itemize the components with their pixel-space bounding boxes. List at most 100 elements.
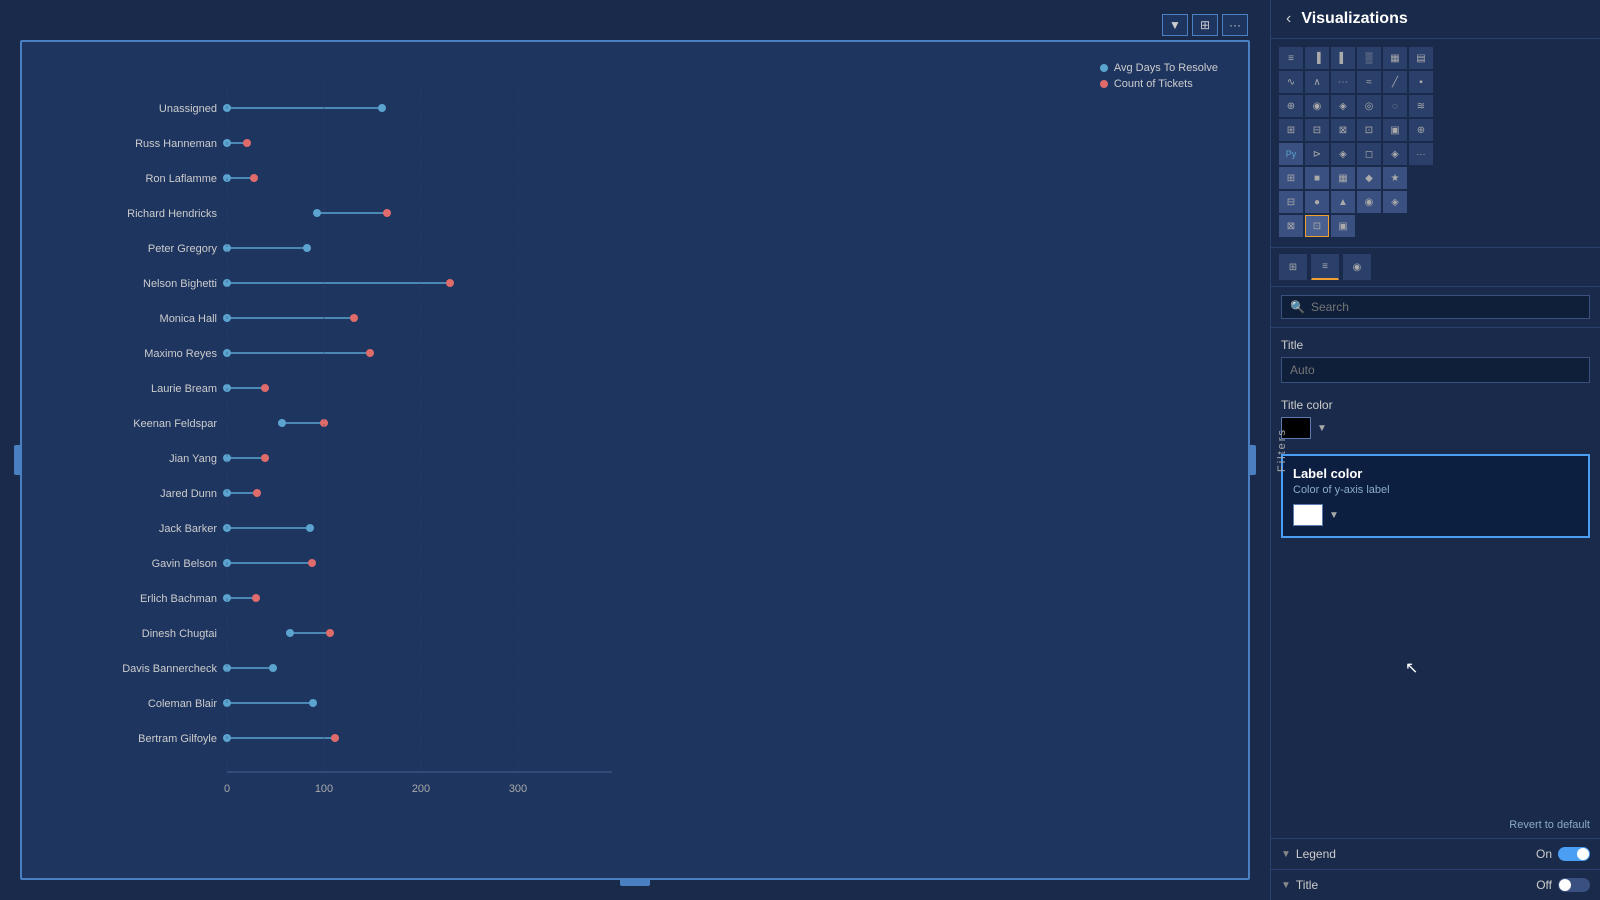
viz-icon-pie[interactable]: ⊕ [1279, 95, 1303, 117]
search-box[interactable]: 🔍 [1281, 295, 1590, 319]
viz-icon-analytics[interactable]: ◉ [1343, 254, 1371, 280]
dot2-16 [269, 664, 277, 672]
viz-row-special: ⊞ ■ ▦ ◆ ★ [1279, 167, 1592, 189]
viz-icon-sp10[interactable]: ◈ [1383, 191, 1407, 213]
viz-icon-gauge[interactable]: ⊕ [1409, 119, 1433, 141]
viz-icon-kpi[interactable]: ▣ [1383, 119, 1407, 141]
viz-icon-format[interactable]: ≡ [1311, 254, 1339, 280]
viz-icon-sp12[interactable]: ⊡ [1305, 215, 1329, 237]
title-color-label: Title color [1281, 398, 1590, 412]
revert-link[interactable]: Revert to default [1509, 819, 1590, 831]
viz-icon-donut[interactable]: ◉ [1305, 95, 1329, 117]
y-label-11: Jared Dunn [160, 488, 217, 500]
x-label-200: 200 [412, 783, 430, 795]
viz-icon-sp3[interactable]: ▦ [1331, 167, 1355, 189]
viz-row-2: ∿ ∧ ⋯ ≈ ╱ ▪ [1279, 71, 1592, 93]
viz-icon-custom2[interactable]: ◻ [1357, 143, 1381, 165]
viz-icon-sp6[interactable]: ⊟ [1279, 191, 1303, 213]
viz-icon-line[interactable]: ∿ [1279, 71, 1303, 93]
chart-toolbar: ▼ ⊞ ··· [1162, 14, 1248, 36]
viz-icon-table2[interactable]: ⊞ [1279, 254, 1307, 280]
y-label-17: Coleman Blair [148, 698, 217, 710]
title-toggle-switch[interactable] [1558, 878, 1590, 892]
legend-label-avg: Avg Days To Resolve [1114, 62, 1218, 74]
viz-icon-map[interactable]: ◎ [1357, 95, 1381, 117]
title-color-picker: ▼ [1281, 417, 1590, 439]
viz-icon-python[interactable]: Py [1279, 143, 1303, 165]
viz-icon-scatter[interactable]: ⋯ [1331, 71, 1355, 93]
viz-icon-bar-stacked[interactable]: ▐ [1305, 47, 1329, 69]
filter-button[interactable]: ▼ [1162, 14, 1188, 36]
panel-header: ‹ Visualizations [1271, 0, 1600, 39]
revert-link-area: Revert to default [1271, 810, 1600, 838]
y-label-6: Monica Hall [160, 313, 217, 325]
viz-icon-sp9[interactable]: ◉ [1357, 191, 1381, 213]
back-button[interactable]: ‹ [1286, 10, 1291, 28]
label-color-swatch[interactable] [1293, 504, 1323, 526]
viz-icon-sp7[interactable]: ● [1305, 191, 1329, 213]
y-label-5: Nelson Bighetti [143, 278, 217, 290]
legend-item-count: Count of Tickets [1100, 78, 1218, 90]
viz-icon-table[interactable]: ⊞ [1279, 119, 1303, 141]
grid-button[interactable]: ⊞ [1192, 14, 1218, 36]
chart-svg: Unassigned Russ Hanneman Ron Laflamme Ri… [32, 62, 1228, 842]
viz-icon-column[interactable]: ▦ [1383, 47, 1407, 69]
title-label: Title [1281, 338, 1590, 352]
dot2-17 [309, 699, 317, 707]
resize-bottom[interactable] [620, 878, 650, 886]
legend-item-avg: Avg Days To Resolve [1100, 62, 1218, 74]
title-chevron-icon[interactable]: ▼ [1281, 880, 1291, 891]
viz-icon-sp13[interactable]: ▣ [1331, 215, 1355, 237]
chart-container: ▼ ⊞ ··· Avg Days To Resolve Count of Tic… [20, 40, 1250, 880]
title-section-label: Title [1296, 878, 1318, 892]
title-color-section: Title color ▼ [1281, 398, 1590, 439]
viz-icon-bar-clustered[interactable]: ▌ [1331, 47, 1355, 69]
viz-icon-sp11[interactable]: ⊠ [1279, 215, 1303, 237]
viz-icon-funnel[interactable]: ▪ [1409, 71, 1433, 93]
viz-icon-matrix[interactable]: ⊟ [1305, 119, 1329, 141]
title-color-dropdown[interactable]: ▼ [1317, 423, 1327, 434]
viz-icon-bar-horizontal[interactable]: ≡ [1279, 47, 1303, 69]
viz-icon-shape-map[interactable]: ≋ [1409, 95, 1433, 117]
viz-row-special3: ⊠ ⊡ ▣ [1279, 215, 1592, 237]
viz-icon-waterfall[interactable]: ╱ [1383, 71, 1407, 93]
legend-toggle-label: ▼ Legend [1281, 847, 1336, 861]
label-color-desc: Color of y-axis label [1293, 484, 1578, 496]
viz-icon-custom1[interactable]: ◈ [1331, 143, 1355, 165]
dot2-13 [308, 559, 316, 567]
viz-icon-multirow-card[interactable]: ⊡ [1357, 119, 1381, 141]
viz-icon-combo[interactable]: ≈ [1357, 71, 1381, 93]
chart-legend: Avg Days To Resolve Count of Tickets [1100, 62, 1218, 90]
title-color-swatch[interactable] [1281, 417, 1311, 439]
viz-icon-filled-map[interactable]: ◌ [1383, 95, 1407, 117]
title-off-label: Off [1536, 878, 1552, 892]
resize-left[interactable] [14, 445, 22, 475]
viz-icon-column-stacked[interactable]: ▤ [1409, 47, 1433, 69]
viz-icon-sp5[interactable]: ★ [1383, 167, 1407, 189]
viz-icon-sp8[interactable]: ▲ [1331, 191, 1355, 213]
viz-icon-more[interactable]: ··· [1409, 143, 1433, 165]
viz-row-4: ⊞ ⊟ ⊠ ⊡ ▣ ⊕ [1279, 119, 1592, 141]
legend-dot-avg [1100, 64, 1108, 72]
viz-icon-bar-100[interactable]: ▒ [1357, 47, 1381, 69]
viz-icon-card[interactable]: ⊠ [1331, 119, 1355, 141]
title-input[interactable] [1281, 357, 1590, 383]
viz-icon-custom3[interactable]: ◈ [1383, 143, 1407, 165]
viz-icon-sp2[interactable]: ■ [1305, 167, 1329, 189]
dot2-4 [303, 244, 311, 252]
resize-right[interactable] [1248, 445, 1256, 475]
dot2-14 [252, 594, 260, 602]
more-button[interactable]: ··· [1222, 14, 1248, 36]
viz-icon-area[interactable]: ∧ [1305, 71, 1329, 93]
legend-chevron-icon[interactable]: ▼ [1281, 849, 1291, 860]
y-label-0: Unassigned [159, 103, 217, 115]
search-input[interactable] [1311, 300, 1581, 314]
viz-icon-sp1[interactable]: ⊞ [1279, 167, 1303, 189]
label-color-dropdown[interactable]: ▼ [1329, 510, 1339, 521]
y-label-13: Gavin Belson [152, 558, 217, 570]
viz-icon-r[interactable]: ⊳ [1305, 143, 1329, 165]
dot2-11 [253, 489, 261, 497]
viz-icon-treemap[interactable]: ◈ [1331, 95, 1355, 117]
viz-icon-sp4[interactable]: ◆ [1357, 167, 1381, 189]
legend-toggle-switch[interactable] [1558, 847, 1590, 861]
